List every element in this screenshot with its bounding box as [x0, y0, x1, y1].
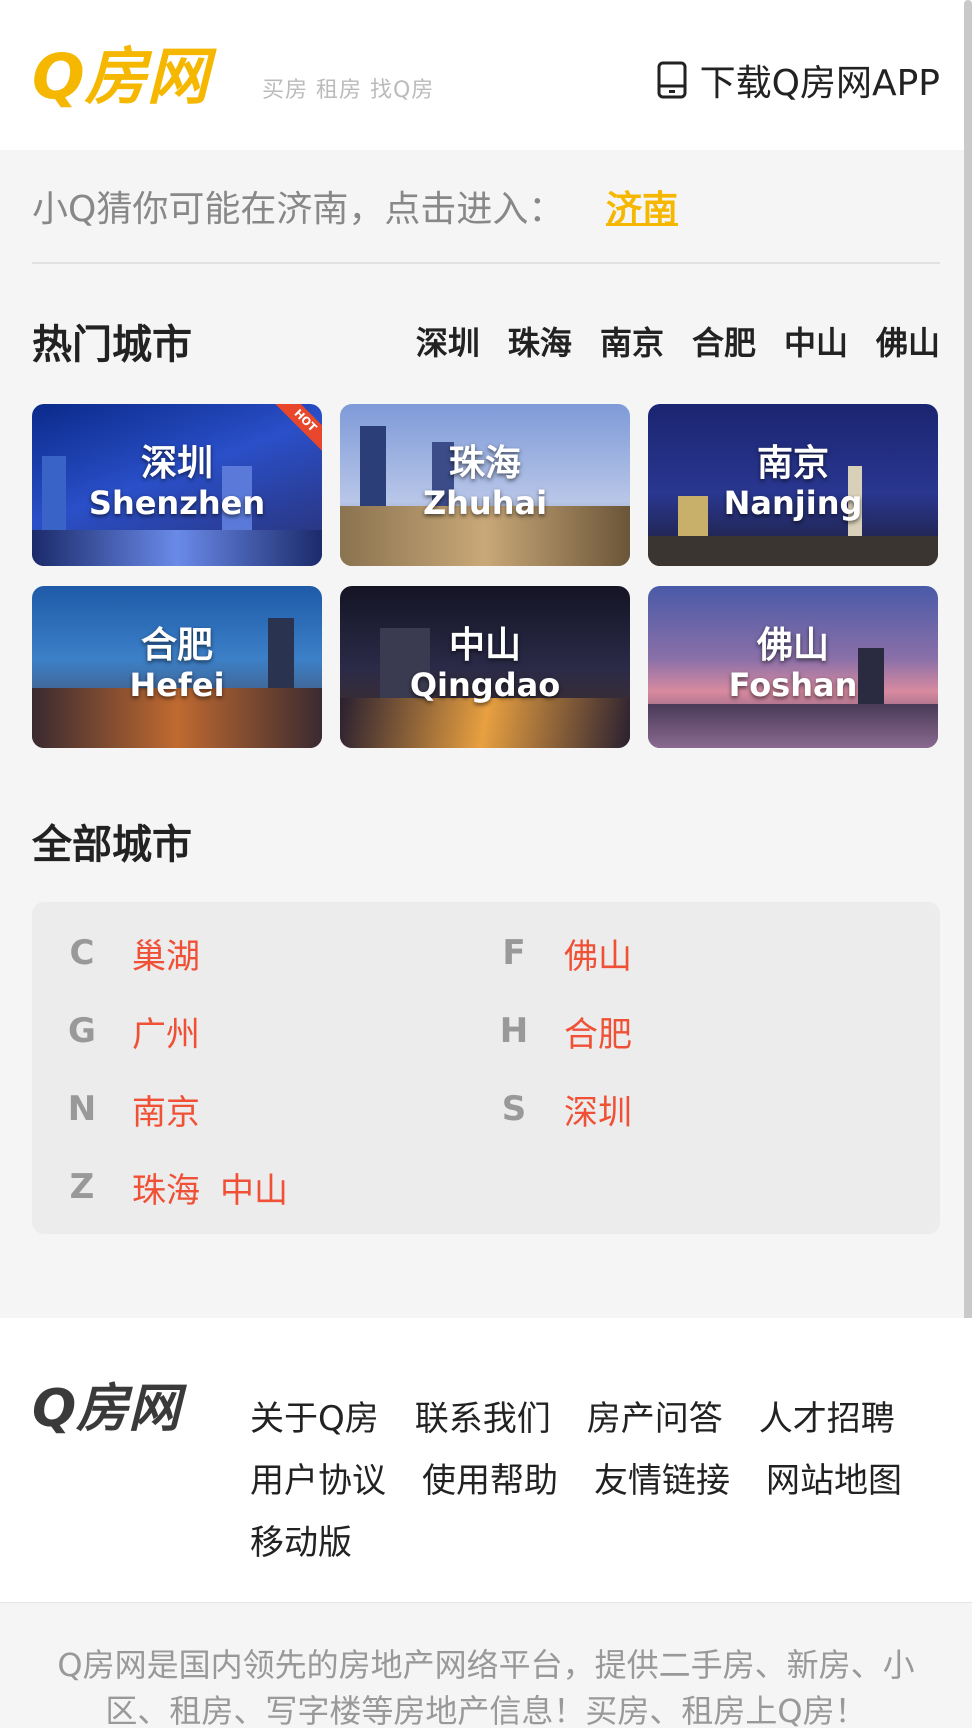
download-app-button[interactable]: 下载Q房网APP: [656, 54, 940, 106]
footer-bottom: Q房网是国内领先的房地产网络平台，提供二手房、新房、小区、租房、写字楼等房地产信…: [0, 1602, 972, 1728]
group-letter: F: [502, 933, 526, 973]
hot-link-zhuhai[interactable]: 珠海: [508, 318, 572, 364]
footer-link-help[interactable]: 使用帮助: [422, 1450, 558, 1512]
card-city-en: Foshan: [728, 666, 858, 704]
city-link-zhuhai[interactable]: 珠海: [132, 1163, 200, 1212]
hot-link-zhongshan[interactable]: 中山: [784, 318, 848, 364]
svg-text:Q房网: Q房网: [32, 1379, 187, 1438]
card-city-zh: 合肥: [140, 625, 213, 666]
city-card-foshan[interactable]: 佛山 Foshan: [648, 586, 938, 748]
city-card-nanjing[interactable]: 南京 Nanjing: [648, 404, 938, 566]
card-city-zh: 中山: [448, 625, 521, 666]
all-cities-list: C 巢湖 F 佛山 G 广州 H 合肥 N 南京 S 深圳 Z 珠海 中山: [32, 902, 940, 1234]
group-letter: S: [501, 1089, 527, 1129]
city-group-c: C 巢湖: [32, 928, 200, 978]
city-card-zhongshan[interactable]: 中山 Qingdao: [340, 586, 630, 748]
footer-link-friends[interactable]: 友情链接: [594, 1450, 730, 1512]
card-city-en: Qingdao: [409, 666, 561, 704]
city-link-hefei[interactable]: 合肥: [564, 1007, 632, 1056]
city-card-shenzhen[interactable]: HOT 深圳 Shenzhen: [32, 404, 322, 566]
footer-link-mobile[interactable]: 移动版: [250, 1512, 352, 1574]
footer-links: 关于Q房 联系我们 房产问答 人才招聘用户协议 使用帮助 友情链接 网站地图移动版: [250, 1388, 950, 1574]
group-letter: H: [499, 1011, 529, 1051]
guess-city-link[interactable]: 济南: [606, 180, 678, 232]
city-group-h: H 合肥: [464, 1006, 632, 1056]
slogan: 买房 租房 找Q房: [262, 78, 435, 103]
group-letter: N: [67, 1089, 97, 1129]
city-group-s: S 深圳: [464, 1084, 632, 1134]
card-city-zh: 珠海: [448, 443, 521, 484]
footer: Q房网 关于Q房 联系我们 房产问答 人才招聘用户协议 使用帮助 友情链接 网站地图移动版 …: [0, 1318, 972, 1728]
svg-text:Q房网: Q房网: [32, 40, 218, 113]
city-link-chaohu[interactable]: 巢湖: [132, 929, 200, 978]
all-cities-title: 全部城市: [32, 822, 192, 868]
divider: [32, 262, 940, 264]
group-letter: G: [68, 1011, 96, 1051]
city-link-nanjing[interactable]: 南京: [132, 1085, 200, 1134]
footer-link-jobs[interactable]: 人才招聘: [759, 1388, 895, 1450]
hot-link-foshan[interactable]: 佛山: [876, 318, 940, 364]
group-letter: Z: [69, 1167, 95, 1207]
footer-description: Q房网是国内领先的房地产网络平台，提供二手房、新房、小区、租房、写字楼等房地产信…: [57, 1646, 915, 1728]
footer-link-sitemap[interactable]: 网站地图: [766, 1450, 902, 1512]
hot-link-nanjing[interactable]: 南京: [600, 318, 664, 364]
city-group-f: F 佛山: [464, 928, 632, 978]
card-city-en: Zhuhai: [422, 484, 548, 522]
card-city-zh: 佛山: [756, 625, 829, 666]
footer-link-about[interactable]: 关于Q房: [250, 1388, 379, 1450]
card-city-zh: 深圳: [140, 443, 213, 484]
hot-link-hefei[interactable]: 合肥: [692, 318, 756, 364]
city-card-hefei[interactable]: 合肥 Hefei: [32, 586, 322, 748]
footer-link-contact[interactable]: 联系我们: [415, 1388, 551, 1450]
city-group-z: Z 珠海 中山: [32, 1162, 288, 1212]
hot-cities-title: 热门城市: [32, 322, 192, 368]
hot-city-links: 深圳 珠海 南京 合肥 中山 佛山: [416, 318, 940, 364]
card-city-en: Nanjing: [723, 484, 863, 522]
city-group-n: N 南京: [32, 1084, 200, 1134]
hot-link-shenzhen[interactable]: 深圳: [416, 318, 480, 364]
city-link-zhongshan[interactable]: 中山: [220, 1163, 288, 1212]
card-city-en: Hefei: [129, 666, 225, 704]
city-link-guangzhou[interactable]: 广州: [132, 1007, 200, 1056]
card-city-en: Shenzhen: [88, 484, 266, 522]
footer-link-qa[interactable]: 房产问答: [587, 1388, 723, 1450]
tablet-icon: [657, 61, 687, 99]
qfang-logo[interactable]: Q房网: [32, 34, 242, 114]
footer-logo[interactable]: Q房网: [32, 1372, 202, 1438]
guess-prompt: 小Q猜你可能在济南，点击进入：: [32, 189, 565, 230]
scrollbar[interactable]: [964, 0, 972, 1520]
city-card-zhuhai[interactable]: 珠海 Zhuhai: [340, 404, 630, 566]
city-group-g: G 广州: [32, 1006, 200, 1056]
footer-divider: [0, 1602, 972, 1603]
city-link-foshan[interactable]: 佛山: [564, 929, 632, 978]
card-city-zh: 南京: [756, 443, 829, 484]
footer-link-agreement[interactable]: 用户协议: [250, 1450, 386, 1512]
group-letter: C: [69, 933, 95, 973]
download-label: 下载Q房网APP: [699, 63, 940, 104]
header: Q房网 买房 租房 找Q房 下载Q房网APP: [0, 0, 972, 150]
city-link-shenzhen[interactable]: 深圳: [564, 1085, 632, 1134]
